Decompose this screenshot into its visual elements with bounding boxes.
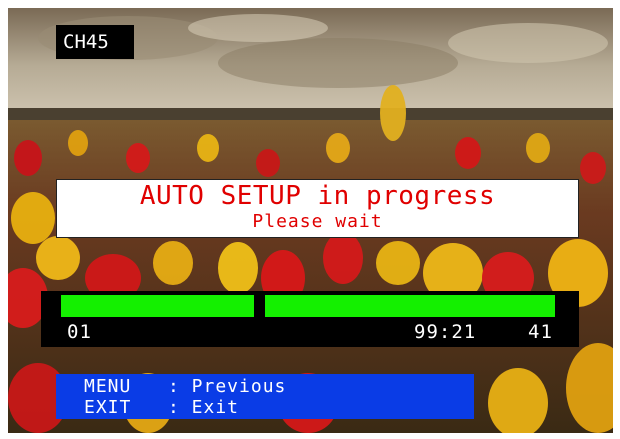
current-channel-readout: 41 [528, 321, 553, 343]
tv-screen: CH45 AUTO SETUP in progress Please wait … [8, 8, 613, 433]
dialog-title: AUTO SETUP in progress [139, 181, 496, 211]
start-channel-readout: 01 [67, 321, 92, 343]
key-action: : Exit [168, 397, 240, 418]
time-readout: 99:21 [414, 321, 477, 343]
progress-bar-segment [61, 295, 254, 317]
exit-key-hint[interactable]: EXIT : Exit [84, 398, 239, 418]
key-legend: MENU : Previous EXIT : Exit [56, 374, 474, 419]
menu-key-hint[interactable]: MENU : Previous [84, 377, 286, 397]
progress-panel: 01 99:21 41 [41, 291, 579, 347]
key-label: MENU [84, 376, 132, 397]
key-label: EXIT [84, 397, 132, 418]
dialog-subtitle: Please wait [252, 211, 383, 232]
channel-badge: CH45 [56, 25, 134, 59]
key-action: : Previous [168, 376, 287, 397]
auto-setup-dialog: AUTO SETUP in progress Please wait [56, 179, 579, 238]
progress-bar-segment [265, 295, 555, 317]
